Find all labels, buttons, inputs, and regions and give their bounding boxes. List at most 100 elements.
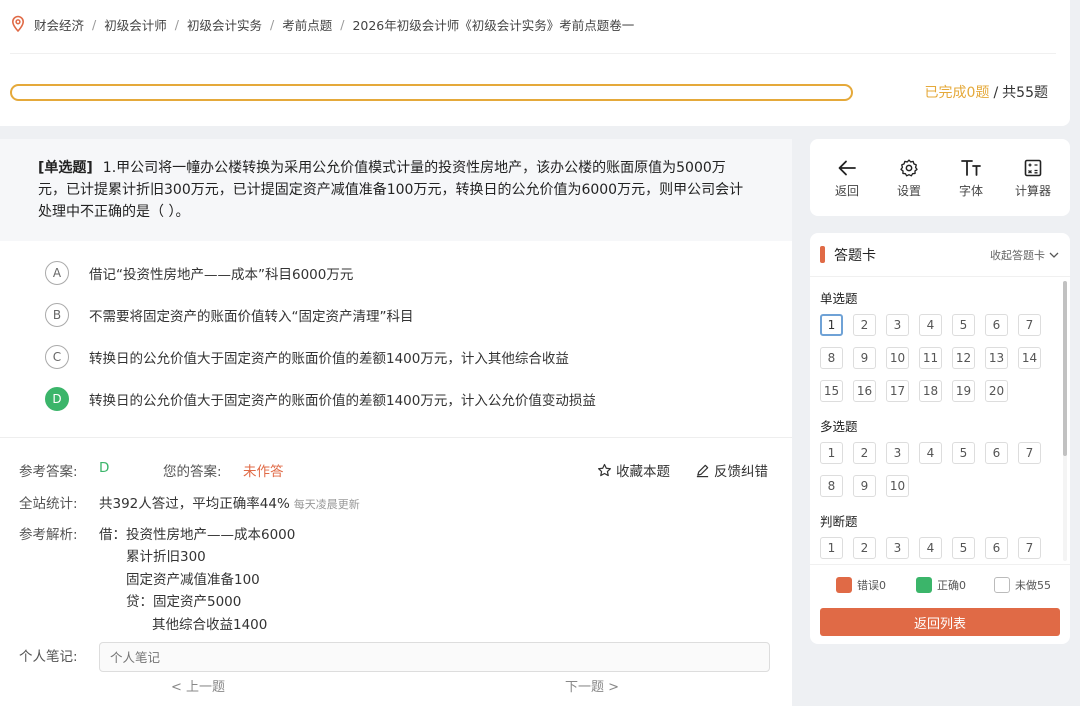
legend-swatch (836, 577, 852, 593)
favorite-button[interactable]: 收藏本题 (597, 460, 670, 480)
breadcrumb-item[interactable]: 初级会计实务 (187, 15, 262, 34)
option-a[interactable]: A 借记“投资性房地产——成本”科目6000万元 (45, 260, 353, 286)
question-number-cell[interactable]: 7 (1018, 537, 1041, 559)
breadcrumb-separator: / (269, 16, 275, 32)
question-number-cell[interactable]: 14 (1018, 347, 1041, 369)
option-text: 借记“投资性房地产——成本”科目6000万元 (89, 267, 354, 283)
question-number-cell[interactable]: 4 (919, 314, 942, 336)
breadcrumb-separator: / (174, 16, 179, 32)
legend-swatch (916, 577, 932, 593)
question-number-cell[interactable]: 11 (919, 347, 942, 369)
question-number-cell[interactable]: 19 (952, 380, 975, 402)
question-number-cell[interactable]: 8 (820, 475, 843, 497)
star-icon (597, 463, 612, 476)
question-number-cell[interactable]: 8 (820, 347, 843, 369)
question-number-cell[interactable]: 15 (820, 380, 843, 402)
back-button[interactable]: 返回 (817, 157, 877, 199)
question-text: 1.甲公司将一幢办公楼转换为采用公允价值模式计量的投资性房地产，该办公楼的账面原… (38, 160, 744, 220)
answer-card-title: 答题卡 (834, 247, 876, 264)
analysis-line: 贷：固定资产5000 (126, 594, 242, 610)
answer-card: 答题卡 收起答题卡 单选题 1 2 3 4 5 6 7 8 9 10 11 12 13 14 15 16 17 18… (810, 233, 1070, 644)
question-number-cell[interactable]: 4 (919, 537, 942, 559)
option-c[interactable]: C 转换日的公允价值大于固定资产的账面价值的差额1400万元，计入其他综合收益 (45, 344, 569, 370)
question-number-cell[interactable]: 10 (886, 475, 909, 497)
stats-label: 全站统计: (19, 496, 78, 512)
top-bar: 财会经济 / 初级会计师 / 初级会计实务 / 考前点题 / 2026年初级会计… (0, 0, 1070, 126)
question-number-cell[interactable]: 17 (886, 380, 909, 402)
analysis-line: 借：投资性房地产——成本6000 (99, 527, 296, 543)
breadcrumb-item[interactable]: 财会经济 (34, 15, 84, 34)
question-number-cell[interactable]: 4 (919, 442, 942, 464)
question-number-cell[interactable]: 12 (952, 347, 975, 369)
your-answer-value: 未作答 (243, 464, 284, 480)
question-number-cell[interactable]: 6 (985, 314, 1008, 336)
breadcrumb-item[interactable]: 考前点题 (282, 15, 332, 34)
question-number-cell[interactable]: 3 (886, 537, 909, 559)
question-number-cell[interactable]: 6 (985, 537, 1008, 559)
progress-bar (10, 84, 853, 101)
question-number-cell[interactable]: 5 (952, 442, 975, 464)
section-title-multi: 多选题 (820, 419, 858, 434)
return-to-list-button[interactable]: 返回列表 (820, 608, 1060, 636)
option-letter: D (45, 387, 69, 411)
question-number-cell[interactable]: 5 (952, 314, 975, 336)
edit-icon (696, 464, 709, 477)
next-question-button[interactable]: 下一题 > (565, 676, 619, 695)
notes-input[interactable] (99, 642, 770, 672)
breadcrumb: 财会经济 / 初级会计师 / 初级会计实务 / 考前点题 / 2026年初级会计… (10, 14, 634, 34)
question-number-cell[interactable]: 9 (853, 347, 876, 369)
arrow-left-icon (838, 160, 856, 175)
question-number-cell[interactable]: 7 (1018, 442, 1041, 464)
calculator-icon (1024, 159, 1042, 176)
settings-button[interactable]: 设置 (879, 157, 939, 199)
question-number-cell[interactable]: 2 (853, 442, 876, 464)
option-d[interactable]: D 转换日的公允价值大于固定资产的账面价值的差额1400万元，计入公允价值变动损… (45, 386, 596, 412)
question-number-cell[interactable]: 20 (985, 380, 1008, 402)
divider (10, 53, 1056, 54)
question-panel: [单选题] 1.甲公司将一幢办公楼转换为采用公允价值模式计量的投资性房地产，该办公… (0, 139, 792, 706)
question-number-cell[interactable]: 18 (919, 380, 942, 402)
total-count: 共55题 (1002, 85, 1048, 101)
breadcrumb-item[interactable]: 初级会计师 (104, 15, 167, 34)
question-number-cell[interactable]: 6 (985, 442, 1008, 464)
option-text: 转换日的公允价值大于固定资产的账面价值的差额1400万元，计入公允价值变动损益 (89, 393, 596, 409)
prev-question-button[interactable]: < 上一题 (171, 676, 225, 695)
analysis-line: 固定资产减值准备100 (126, 572, 260, 588)
divider (0, 437, 792, 438)
collapse-card-button[interactable]: 收起答题卡 (990, 247, 1060, 263)
question-number-cell[interactable]: 2 (853, 314, 876, 336)
question-number-cell[interactable]: 7 (1018, 314, 1041, 336)
font-button[interactable]: 字体 (941, 157, 1001, 199)
scrollbar-thumb[interactable] (1063, 281, 1067, 456)
legend-correct: 正确0 (916, 577, 966, 593)
breadcrumb-current: 2026年初级会计师《初级会计实务》考前点题卷一 (352, 17, 635, 33)
legend-unanswered: 未做55 (994, 577, 1051, 593)
progress-text: 已完成0题 / 共55题 (924, 85, 1048, 101)
breadcrumb-separator: / (92, 16, 97, 32)
option-b[interactable]: B 不需要将固定资产的账面价值转入“固定资产清理”科目 (45, 302, 414, 328)
question-number-cell[interactable]: 2 (853, 537, 876, 559)
breadcrumb-separator: / (340, 16, 345, 32)
question-number-cell[interactable]: 5 (952, 537, 975, 559)
question-number-cell[interactable]: 3 (886, 314, 909, 336)
question-number-cell[interactable]: 1 (820, 314, 843, 336)
option-text: 不需要将固定资产的账面价值转入“固定资产清理”科目 (89, 309, 414, 325)
question-number-cell[interactable]: 1 (820, 442, 843, 464)
question-number-cell[interactable]: 10 (886, 347, 909, 369)
analysis-line: 其他综合收益1400 (152, 617, 268, 633)
question-number-cell[interactable]: 9 (853, 475, 876, 497)
calculator-button[interactable]: 计算器 (1003, 157, 1063, 199)
feedback-button[interactable]: 反馈纠错 (695, 460, 768, 480)
question-number-cell[interactable]: 13 (985, 347, 1008, 369)
analysis-line: 累计折旧300 (126, 549, 206, 565)
stats-note: 每天凌晨更新 (293, 498, 360, 511)
analysis-label: 参考解析: (19, 527, 78, 543)
answer-card-header: 答题卡 收起答题卡 (810, 233, 1070, 277)
question-number-cell[interactable]: 16 (853, 380, 876, 402)
legend-swatch (994, 577, 1010, 593)
your-answer-label: 您的答案: (163, 464, 222, 480)
question-number-cell[interactable]: 1 (820, 537, 843, 559)
option-letter: A (45, 261, 69, 285)
question-number-cell[interactable]: 3 (886, 442, 909, 464)
section-title-judge: 判断题 (820, 514, 858, 529)
